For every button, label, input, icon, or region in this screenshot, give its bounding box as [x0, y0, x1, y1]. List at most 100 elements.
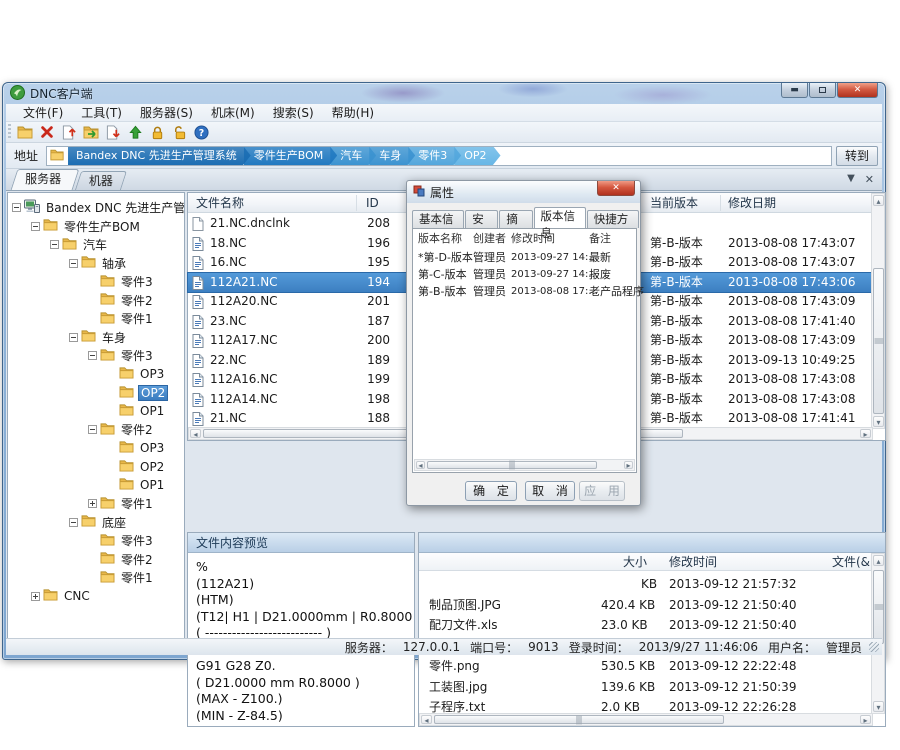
dialog-column-creator[interactable]: 创建者	[473, 231, 506, 247]
expand-icon[interactable]	[88, 499, 97, 508]
tree-item-13[interactable]: OP3	[107, 439, 166, 458]
tab-machine[interactable]: 机器	[75, 171, 127, 190]
tree-item-0[interactable]: Bandex DNC 先进生产管理系统	[12, 198, 185, 217]
tree-item-11[interactable]: OP1	[107, 402, 166, 421]
dialog-close-button[interactable]: ✕	[597, 181, 635, 196]
tree-item-21[interactable]: CNC	[31, 587, 92, 606]
title-bar[interactable]: DNC客户端 ▬ ✕	[3, 83, 885, 104]
dialog-title-bar[interactable]: 属性 ✕	[407, 181, 640, 203]
dialog-tab-0[interactable]: 基本信息	[412, 210, 464, 228]
dialog-tab-1[interactable]: 安全	[465, 210, 498, 228]
vscroll-thumb[interactable]	[873, 570, 884, 644]
file-download-button[interactable]	[102, 123, 124, 142]
collapse-icon[interactable]	[69, 333, 78, 342]
menu-item-3[interactable]: 机床(M)	[202, 104, 264, 122]
lock-button[interactable]	[146, 123, 168, 142]
dialog-column-remark[interactable]: 备注	[589, 231, 611, 247]
version-row-1[interactable]: 第-C-版本管理员2013-09-27 14:...报废	[413, 266, 636, 283]
column-header-version[interactable]: 当前版本	[650, 193, 698, 213]
collapse-icon[interactable]	[88, 425, 97, 434]
tree-item-18[interactable]: 零件3	[88, 531, 155, 550]
hscroll-thumb[interactable]	[427, 461, 597, 469]
tree-item-7[interactable]: 车身	[69, 328, 128, 347]
tree-item-6[interactable]: 零件1	[88, 309, 155, 328]
collapse-icon[interactable]	[12, 203, 21, 212]
column-header-date[interactable]: 修改日期	[728, 193, 776, 213]
column-header-file[interactable]: 文件(&	[832, 553, 870, 571]
file-upload-button[interactable]	[58, 123, 80, 142]
collapse-icon[interactable]	[50, 240, 59, 249]
related-row-2[interactable]: 配刀文件.xls23.0 KB2013-09-12 21:50:40	[419, 615, 871, 636]
column-header-time[interactable]: 修改时间	[669, 553, 717, 571]
version-row-2[interactable]: 第-B-版本管理员2013-08-08 17:...老产品程序	[413, 283, 636, 300]
tabs-close-icon[interactable]: ✕	[865, 173, 874, 186]
menu-item-4[interactable]: 搜索(S)	[264, 104, 323, 122]
folder-icon	[100, 292, 115, 308]
dialog-column-version[interactable]: 版本名称	[418, 231, 462, 247]
dialog-hscrollbar[interactable]: ◂ ▸	[414, 459, 635, 471]
collapse-icon[interactable]	[69, 518, 78, 527]
breadcrumb-segment-4[interactable]: 零件3	[408, 146, 461, 166]
tree-item-15[interactable]: OP1	[107, 476, 166, 495]
folder-open-button[interactable]	[80, 123, 102, 142]
hscroll-thumb[interactable]	[434, 715, 724, 724]
apply-button[interactable]: 应 用	[579, 481, 625, 501]
menu-item-0[interactable]: 文件(F)	[14, 104, 72, 122]
file-list-vscrollbar[interactable]: ▴ ▾	[871, 193, 885, 429]
tabs-dropdown-icon[interactable]: ▼	[847, 173, 855, 186]
column-header-id[interactable]: ID	[366, 193, 379, 213]
tree-item-16[interactable]: 零件1	[88, 494, 155, 513]
tree-item-9[interactable]: OP3	[107, 365, 166, 384]
tab-server[interactable]: 服务器	[11, 169, 80, 190]
tree-item-1[interactable]: 零件生产BOM	[31, 217, 142, 236]
file-name: 18.NC	[210, 234, 246, 254]
related-hscrollbar[interactable]: ◂ ▸	[419, 713, 873, 726]
tree-item-3[interactable]: 轴承	[69, 254, 128, 273]
column-header-name[interactable]: 文件名称	[196, 193, 244, 213]
dialog-tab-3[interactable]: 版本信息	[534, 207, 586, 228]
go-button[interactable]: 转到	[836, 146, 878, 166]
resize-grip[interactable]	[869, 642, 879, 652]
help-button[interactable]: ?	[190, 123, 212, 142]
vscroll-thumb[interactable]	[873, 268, 884, 414]
expand-icon[interactable]	[31, 592, 40, 601]
breadcrumb-segment-1[interactable]: 零件生产BOM	[244, 146, 338, 166]
related-row-0[interactable]: KB2013-09-12 21:57:32	[419, 574, 871, 595]
related-row-4[interactable]: 零件.png530.5 KB2013-09-12 22:22:48	[419, 656, 871, 677]
menu-item-2[interactable]: 服务器(S)	[131, 104, 202, 122]
new-folder-button[interactable]	[14, 123, 36, 142]
toolbar-grip[interactable]	[8, 124, 11, 140]
address-input[interactable]: Bandex DNC 先进生产管理系统零件生产BOM汽车车身零件3OP2	[46, 146, 832, 166]
tree-item-12[interactable]: 零件2	[88, 420, 155, 439]
related-row-1[interactable]: 制品顶图.JPG420.4 KB2013-09-12 21:50:40	[419, 595, 871, 616]
tree-item-17[interactable]: 底座	[69, 513, 128, 532]
ok-button[interactable]: 确 定	[465, 481, 517, 501]
related-row-5[interactable]: 工装图.jpg139.6 KB2013-09-12 21:50:39	[419, 677, 871, 698]
version-row-0[interactable]: *第-D-版本管理员2013-09-27 14:...最新	[413, 249, 636, 266]
collapse-icon[interactable]	[88, 351, 97, 360]
tree-item-14[interactable]: OP2	[107, 457, 166, 476]
close-button[interactable]: ✕	[837, 83, 878, 98]
unlock-button[interactable]	[168, 123, 190, 142]
tree-item-4[interactable]: 零件3	[88, 272, 155, 291]
cancel-button[interactable]: 取 消	[525, 481, 575, 501]
tree-item-5[interactable]: 零件2	[88, 291, 155, 310]
tree-item-8[interactable]: 零件3	[88, 346, 155, 365]
tree-item-20[interactable]: 零件1	[88, 568, 155, 587]
send-up-button[interactable]	[124, 123, 146, 142]
minimize-button[interactable]: ▬	[781, 83, 808, 98]
tree-item-10[interactable]: OP2	[107, 383, 168, 402]
maximize-button[interactable]	[809, 83, 836, 98]
delete-button[interactable]	[36, 123, 58, 142]
related-vscrollbar[interactable]: ▴ ▾	[871, 553, 885, 714]
breadcrumb-segment-0[interactable]: Bandex DNC 先进生产管理系统	[68, 146, 251, 166]
dialog-tab-4[interactable]: 快捷方式	[587, 210, 639, 228]
column-header-size[interactable]: 大小	[623, 553, 647, 571]
collapse-icon[interactable]	[31, 222, 40, 231]
menu-item-1[interactable]: 工具(T)	[72, 104, 131, 122]
menu-item-5[interactable]: 帮助(H)	[323, 104, 383, 122]
tree-item-2[interactable]: 汽车	[50, 235, 109, 254]
collapse-icon[interactable]	[69, 259, 78, 268]
dialog-tab-2[interactable]: 摘要	[499, 210, 532, 228]
tree-item-19[interactable]: 零件2	[88, 550, 155, 569]
